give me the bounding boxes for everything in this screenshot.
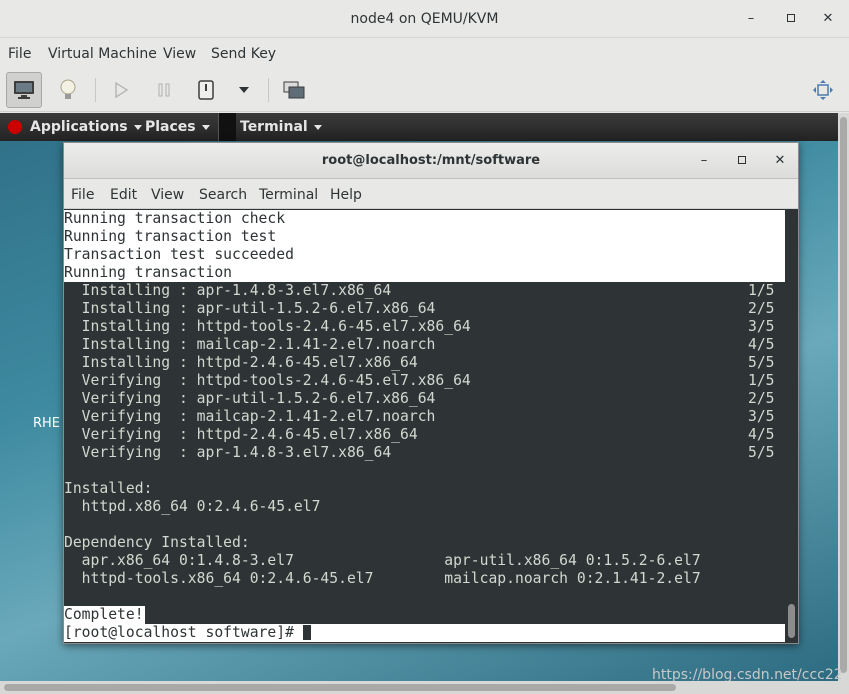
- desktop-label: RHE: [33, 416, 61, 431]
- terminal-line: Verifying : httpd-tools-2.4.6-45.el7.x86…: [64, 372, 775, 389]
- terminal-launcher-icon: [218, 113, 236, 141]
- gnome-topbar: Applications Places Terminal: [0, 113, 838, 141]
- maximize-icon[interactable]: [781, 9, 801, 29]
- terminal-line: Running transaction check: [64, 210, 785, 228]
- terminal-line: Installing : httpd-tools-2.4.6-45.el7.x8…: [64, 318, 775, 335]
- pause-icon[interactable]: [146, 72, 182, 108]
- terminal-maximize-icon[interactable]: [732, 151, 752, 171]
- terminal-line: Running transaction test: [64, 228, 785, 246]
- places-menu[interactable]: Places: [145, 119, 210, 135]
- terminal-menu-file[interactable]: File: [71, 187, 94, 203]
- terminal-line: Dependency Installed:: [64, 534, 250, 551]
- terminal-line: apr.x86_64 0:1.4.8-3.el7 apr-util.x86_64…: [64, 552, 701, 569]
- close-icon[interactable]: ✕: [818, 9, 838, 29]
- terminal-line: Installed:: [64, 480, 153, 497]
- terminal-titlebar: root@localhost:/mnt/software – ✕: [64, 143, 798, 179]
- terminal-line: Transaction test succeeded: [64, 246, 785, 264]
- monitor-icon[interactable]: [6, 72, 42, 108]
- terminal-line: Running transaction: [64, 264, 785, 282]
- display-horizontal-scrollbar[interactable]: [0, 681, 849, 694]
- terminal-scrollbar[interactable]: [785, 210, 798, 643]
- vm-toolbar: [0, 68, 849, 112]
- terminal-window[interactable]: root@localhost:/mnt/software – ✕ File Ed…: [63, 142, 799, 644]
- terminal-line: Verifying : apr-1.4.8-3.el7.x86_64 5/5: [64, 444, 775, 461]
- applications-menu[interactable]: Applications: [30, 119, 142, 135]
- terminal-line: Installing : apr-util-1.5.2-6.el7.x86_64…: [64, 300, 775, 317]
- menu-send-key[interactable]: Send Key: [211, 46, 276, 62]
- fullscreen-icon[interactable]: [805, 72, 841, 108]
- terminal-menubar: File Edit View Search Terminal Help: [64, 179, 798, 209]
- terminal-line: Verifying : httpd-2.4.6-45.el7.x86_64 4/5: [64, 426, 775, 443]
- terminal-cursor: [302, 625, 311, 640]
- terminal-minimize-icon[interactable]: –: [694, 151, 714, 171]
- terminal-prompt[interactable]: [root@localhost software]#: [64, 624, 785, 642]
- terminal-menu-terminal[interactable]: Terminal: [259, 187, 318, 203]
- power-icon[interactable]: [188, 72, 224, 108]
- terminal-line: Verifying : mailcap-2.1.41-2.el7.noarch 3…: [64, 408, 775, 425]
- terminal-menu-search[interactable]: Search: [199, 187, 247, 203]
- terminal-output[interactable]: Running transaction check Running transac…: [64, 210, 785, 643]
- terminal-close-icon[interactable]: ✕: [770, 151, 790, 171]
- display-vertical-scrollbar[interactable]: [838, 113, 849, 681]
- terminal-line: httpd.x86_64 0:2.4.6-45.el7: [64, 498, 321, 515]
- terminal-menu-help[interactable]: Help: [330, 187, 362, 203]
- lightbulb-icon[interactable]: [50, 72, 86, 108]
- guest-display[interactable]: Applications Places Terminal RHE root@lo…: [0, 113, 849, 681]
- window-menubar: File Virtual Machine View Send Key: [0, 38, 849, 68]
- redhat-logo-icon: [8, 120, 22, 134]
- dropdown-icon[interactable]: [226, 72, 262, 108]
- menu-view[interactable]: View: [163, 46, 196, 62]
- snapshots-icon[interactable]: [276, 72, 312, 108]
- terminal-line: Verifying : apr-util-1.5.2-6.el7.x86_64 2…: [64, 390, 775, 407]
- window-titlebar: node4 on QEMU/KVM – ✕: [0, 0, 849, 38]
- menu-virtual-machine[interactable]: Virtual Machine: [48, 46, 157, 62]
- terminal-app-menu[interactable]: Terminal: [240, 119, 322, 135]
- terminal-menu-view[interactable]: View: [151, 187, 184, 203]
- terminal-title: root@localhost:/mnt/software: [321, 153, 541, 168]
- menu-file[interactable]: File: [8, 46, 31, 62]
- terminal-line: httpd-tools.x86_64 0:2.4.6-45.el7 mailca…: [64, 570, 701, 587]
- terminal-menu-edit[interactable]: Edit: [110, 187, 137, 203]
- terminal-line: Installing : mailcap-2.1.41-2.el7.noarch…: [64, 336, 775, 353]
- terminal-line: Installing : httpd-2.4.6-45.el7.x86_64 5/…: [64, 354, 775, 371]
- terminal-line: Installing : apr-1.4.8-3.el7.x86_64 1/5: [64, 282, 775, 299]
- terminal-line: Complete!: [64, 606, 145, 624]
- play-icon[interactable]: [103, 72, 139, 108]
- window-title: node4 on QEMU/KVM: [350, 11, 499, 27]
- minimize-icon[interactable]: –: [741, 9, 761, 29]
